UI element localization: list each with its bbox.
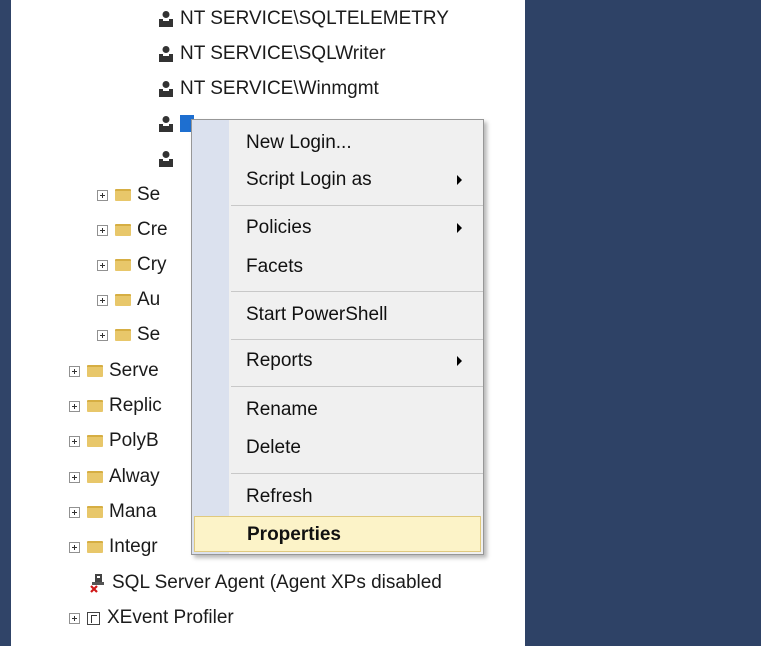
- submenu-arrow-icon: [457, 175, 462, 185]
- tree-item-folder[interactable]: Replic: [69, 392, 162, 420]
- expand-icon[interactable]: [97, 189, 108, 201]
- menu-separator: [231, 291, 483, 292]
- folder-icon: [115, 259, 131, 271]
- tree-item-label: Replic: [109, 395, 162, 416]
- folder-icon: [87, 435, 103, 447]
- tree-item-label: PolyB: [109, 430, 159, 451]
- tree-item-folder[interactable]: Au: [97, 286, 160, 314]
- menu-item-script-login-as[interactable]: Script Login as: [192, 162, 483, 198]
- tree-item-folder[interactable]: Cry: [97, 251, 167, 279]
- tree-item-login-selected[interactable]: [158, 110, 194, 138]
- menu-item-label: Script Login as: [246, 169, 372, 190]
- tree-item-label: Au: [137, 289, 161, 310]
- expand-icon[interactable]: [97, 224, 108, 236]
- folder-icon: [115, 329, 131, 341]
- submenu-arrow-icon: [457, 223, 462, 233]
- expand-icon[interactable]: [97, 329, 108, 341]
- tree-item-login-sqlwriter[interactable]: NT SERVICE\SQLWriter: [158, 40, 386, 68]
- tree-item-login-winmgmt[interactable]: NT SERVICE\Winmgmt: [158, 75, 379, 103]
- tree-item-label: SQL Server Agent (Agent XPs disabled: [112, 572, 442, 593]
- folder-icon: [87, 541, 103, 553]
- menu-item-label: Policies: [246, 217, 312, 238]
- user-icon: [159, 115, 173, 132]
- tree-item-folder[interactable]: PolyB: [69, 427, 159, 455]
- tree-item-folder[interactable]: Integr: [69, 533, 158, 561]
- menu-item-facets[interactable]: Facets: [192, 249, 483, 285]
- tree-item-label: Serve: [109, 360, 159, 381]
- tree-item-sql-server-agent[interactable]: SQL Server Agent (Agent XPs disabled: [89, 569, 442, 597]
- folder-icon: [87, 365, 103, 377]
- expand-icon[interactable]: [69, 435, 80, 447]
- tree-item-folder[interactable]: Cre: [97, 216, 168, 244]
- menu-item-properties[interactable]: Properties: [194, 516, 481, 552]
- tree-item-label: Cre: [137, 219, 168, 240]
- menu-item-label: New Login...: [246, 132, 352, 153]
- menu-separator: [231, 473, 483, 474]
- submenu-arrow-icon: [457, 356, 462, 366]
- tree-item-label: NT SERVICE\Winmgmt: [180, 78, 379, 99]
- tree-item-label: Integr: [109, 536, 158, 557]
- menu-item-label: Reports: [246, 350, 313, 371]
- menu-item-label: Refresh: [246, 486, 313, 507]
- xevent-profiler-icon: [87, 611, 100, 625]
- tree-item-folder[interactable]: Serve: [69, 357, 159, 385]
- tree-item-label: Se: [137, 184, 161, 205]
- user-icon: [159, 81, 173, 97]
- folder-icon: [115, 224, 131, 236]
- expand-icon[interactable]: [69, 400, 80, 412]
- folder-icon: [87, 400, 103, 412]
- right-background-panel: [525, 0, 761, 646]
- expand-icon[interactable]: [69, 471, 80, 483]
- user-icon: [159, 46, 173, 62]
- menu-item-label: Rename: [246, 399, 318, 420]
- expand-icon[interactable]: [97, 259, 108, 271]
- menu-separator: [231, 386, 483, 387]
- menu-item-rename[interactable]: Rename: [192, 392, 483, 428]
- tree-item-label: NT SERVICE\SQLTELEMETRY: [180, 8, 449, 29]
- tree-item-label: NT SERVICE\SQLWriter: [180, 43, 386, 64]
- menu-item-label: Properties: [247, 524, 341, 545]
- expand-icon[interactable]: [69, 506, 80, 518]
- menu-item-label: Facets: [246, 256, 304, 277]
- menu-item-reports[interactable]: Reports: [192, 343, 483, 379]
- tree-item-folder[interactable]: Se: [97, 181, 160, 209]
- menu-item-label: Start PowerShell: [246, 304, 388, 325]
- folder-icon: [115, 294, 131, 306]
- tree-item-label: Alway: [109, 466, 160, 487]
- user-icon: [159, 150, 173, 167]
- tree-item-label: Mana: [109, 501, 157, 522]
- tree-item-label: Se: [137, 324, 161, 345]
- folder-icon: [87, 471, 103, 483]
- menu-separator: [231, 339, 483, 340]
- tree-item-folder[interactable]: Mana: [69, 498, 157, 526]
- menu-item-refresh[interactable]: Refresh: [192, 479, 483, 515]
- tree-item-folder[interactable]: Se: [97, 321, 160, 349]
- expand-icon[interactable]: [69, 612, 80, 624]
- folder-icon: [115, 189, 131, 201]
- user-icon: [159, 11, 173, 27]
- context-menu: New Login... Script Login as Policies Fa…: [191, 119, 484, 555]
- menu-item-new-login[interactable]: New Login...: [192, 125, 483, 161]
- menu-separator: [231, 205, 483, 206]
- menu-item-policies[interactable]: Policies: [192, 210, 483, 246]
- menu-item-label: Delete: [246, 437, 301, 458]
- expand-icon[interactable]: [69, 541, 80, 553]
- menu-item-start-powershell[interactable]: Start PowerShell: [192, 297, 483, 333]
- tree-item-folder[interactable]: Alway: [69, 463, 160, 491]
- tree-item-login-sqltelemetry[interactable]: NT SERVICE\SQLTELEMETRY: [158, 5, 449, 33]
- sql-agent-disabled-icon: [90, 574, 104, 593]
- tree-item-label: Cry: [137, 254, 167, 275]
- tree-item-label: XEvent Profiler: [107, 607, 234, 628]
- tree-item-xevent-profiler[interactable]: XEvent Profiler: [69, 604, 234, 632]
- expand-icon[interactable]: [97, 294, 108, 306]
- tree-item-login[interactable]: [158, 145, 180, 173]
- left-border-panel: [0, 0, 11, 646]
- expand-icon[interactable]: [69, 365, 80, 377]
- folder-icon: [87, 506, 103, 518]
- menu-item-delete[interactable]: Delete: [192, 430, 483, 466]
